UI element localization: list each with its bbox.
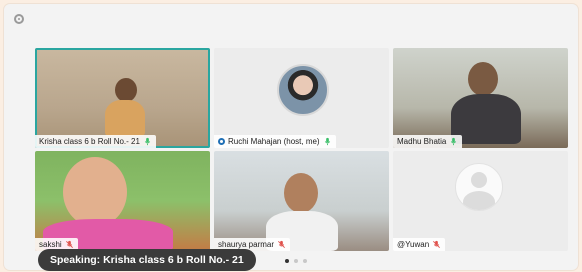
- page-dot-2[interactable]: [294, 259, 298, 263]
- page-dot-3[interactable]: [303, 259, 307, 263]
- participant-name: Ruchi Mahajan (host, me): [228, 137, 320, 146]
- avatar: [277, 64, 329, 116]
- participant-name-label: Ruchi Mahajan (host, me): [214, 135, 336, 148]
- microphone-muted-icon: [65, 240, 73, 248]
- meeting-window: Krisha class 6 b Roll No.- 21 Ruchi Maha…: [4, 4, 578, 270]
- participant-video-body: [105, 100, 145, 136]
- participant-tile-krisha[interactable]: Krisha class 6 b Roll No.- 21: [35, 48, 210, 148]
- page-indicator[interactable]: [285, 259, 307, 263]
- participant-tile-yuwan[interactable]: @Yuwan: [393, 151, 568, 251]
- participant-tile-ruchi[interactable]: Ruchi Mahajan (host, me): [214, 48, 389, 148]
- microphone-icon: [144, 137, 151, 146]
- host-icon: [218, 138, 225, 145]
- settings-icon[interactable]: [14, 14, 24, 24]
- participant-name: Madhu Bhatia: [397, 137, 447, 146]
- participant-tile-sakshi[interactable]: sakshi: [35, 151, 210, 251]
- page-dot-1[interactable]: [285, 259, 289, 263]
- participant-video-face: [115, 78, 137, 102]
- microphone-icon: [324, 137, 330, 146]
- participant-video-face: [468, 62, 498, 96]
- participant-name-label: Krisha class 6 b Roll No.- 21: [35, 135, 156, 148]
- participant-video-face: [63, 157, 127, 227]
- default-avatar-icon: [455, 163, 503, 211]
- participant-tile-shaurya[interactable]: shaurya parmar: [214, 151, 389, 251]
- participant-name-label: Madhu Bhatia: [393, 135, 463, 148]
- participant-name: @Yuwan: [397, 240, 430, 249]
- microphone-muted-icon: [278, 240, 285, 248]
- participant-video-face: [284, 173, 318, 213]
- participant-name-label: @Yuwan: [393, 238, 446, 251]
- microphone-muted-icon: [433, 240, 441, 248]
- participant-grid: Krisha class 6 b Roll No.- 21 Ruchi Maha…: [35, 48, 568, 251]
- participant-tile-madhu[interactable]: Madhu Bhatia: [393, 48, 568, 148]
- microphone-icon: [451, 137, 457, 146]
- speaking-indicator: Speaking: Krisha class 6 b Roll No.- 21: [38, 249, 256, 271]
- participant-name: Krisha class 6 b Roll No.- 21: [39, 137, 140, 146]
